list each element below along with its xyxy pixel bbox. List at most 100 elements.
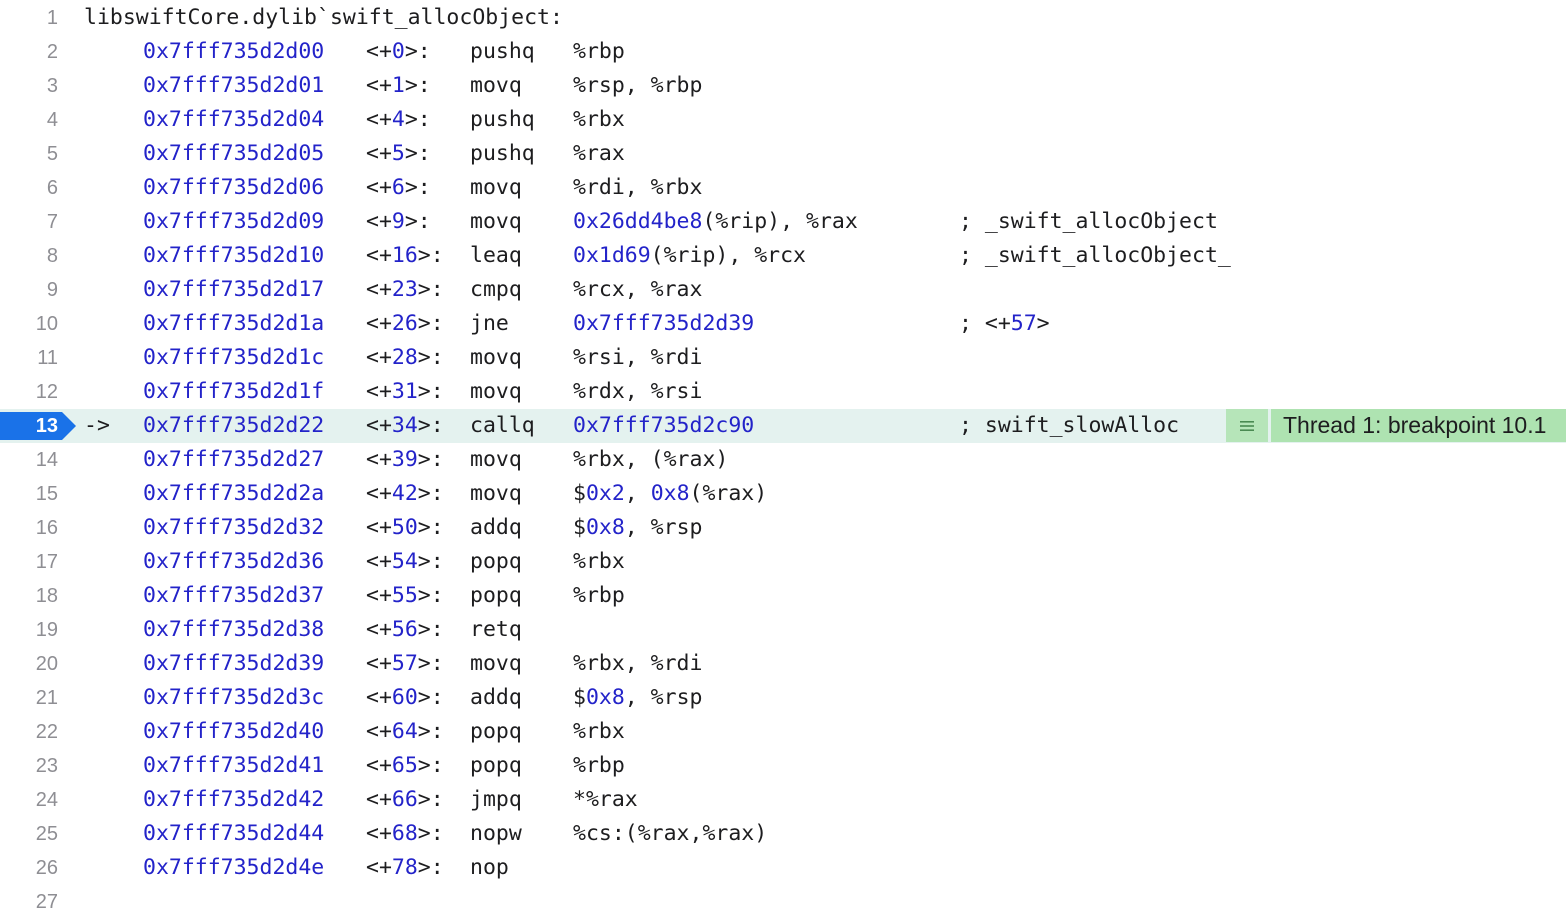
line-number[interactable]: 8 (0, 239, 58, 273)
instruction-row[interactable]: 18 0x7fff735d2d37 <+55>: popq %rbp (0, 579, 1566, 613)
line-number[interactable]: 23 (0, 749, 58, 783)
instruction-address[interactable]: 0x7fff735d2d1a (143, 311, 324, 336)
empty-line[interactable]: 27 (0, 885, 1566, 919)
symbol-header-line[interactable]: 1 libswiftCore.dylib`swift_allocObject: (0, 1, 1566, 35)
instruction-row[interactable]: 21 0x7fff735d2d3c <+60>: addq $0x8, %rsp (0, 681, 1566, 715)
instruction-row[interactable]: 23 0x7fff735d2d41 <+65>: popq %rbp (0, 749, 1566, 783)
line-number[interactable]: 16 (0, 511, 58, 545)
line-number[interactable]: 7 (0, 205, 58, 239)
instruction-offset: <+56>: (366, 617, 444, 642)
instruction-address[interactable]: 0x7fff735d2d06 (143, 175, 324, 200)
line-number[interactable]: 19 (0, 613, 58, 647)
instruction-address[interactable]: 0x7fff735d2d37 (143, 583, 324, 608)
line-number[interactable]: 25 (0, 817, 58, 851)
instruction-address[interactable]: 0x7fff735d2d40 (143, 719, 324, 744)
instruction-operands[interactable]: $0x2, 0x8(%rax) (573, 477, 767, 511)
instruction-operands[interactable]: 0x7fff735d2c90 (573, 409, 754, 443)
line-number[interactable]: 17 (0, 545, 58, 579)
instruction-row[interactable]: 24 0x7fff735d2d42 <+66>: jmpq *%rax (0, 783, 1566, 817)
line-number[interactable]: 15 (0, 477, 58, 511)
instruction-address[interactable]: 0x7fff735d2d00 (143, 39, 324, 64)
instruction-mnemonic: nopw (470, 821, 522, 846)
instruction-row[interactable]: 22 0x7fff735d2d40 <+64>: popq %rbx (0, 715, 1566, 749)
instruction-address[interactable]: 0x7fff735d2d01 (143, 73, 324, 98)
line-number[interactable]: 26 (0, 851, 58, 885)
instruction-row[interactable]: 17 0x7fff735d2d36 <+54>: popq %rbx (0, 545, 1566, 579)
line-number[interactable]: 14 (0, 443, 58, 477)
line-number[interactable]: 24 (0, 783, 58, 817)
current-instruction-row[interactable]: 13 -> 0x7fff735d2d22 <+34>: callq 0x7fff735d2… (0, 409, 1566, 443)
instruction-row[interactable]: 3 0x7fff735d2d01 <+1>: movq %rsp, %rbp (0, 69, 1566, 103)
instruction-address[interactable]: 0x7fff735d2d3c (143, 685, 324, 710)
line-number[interactable]: 5 (0, 137, 58, 171)
instruction-address[interactable]: 0x7fff735d2d17 (143, 277, 324, 302)
instruction-code: 0x7fff735d2d36 <+54>: popq %rbx (143, 545, 625, 579)
instruction-address[interactable]: 0x7fff735d2d22 (143, 413, 324, 438)
instruction-row[interactable]: 19 0x7fff735d2d38 <+56>: retq (0, 613, 1566, 647)
line-number[interactable]: 6 (0, 171, 58, 205)
instruction-offset: <+31>: (366, 379, 444, 404)
line-number[interactable]: 18 (0, 579, 58, 613)
instruction-offset: <+60>: (366, 685, 444, 710)
instruction-address[interactable]: 0x7fff735d2d05 (143, 141, 324, 166)
instruction-comment: ; <+57> (959, 311, 1050, 336)
instruction-address[interactable]: 0x7fff735d2d10 (143, 243, 324, 268)
instruction-address[interactable]: 0x7fff735d2d1c (143, 345, 324, 370)
instruction-address[interactable]: 0x7fff735d2d1f (143, 379, 324, 404)
instruction-row[interactable]: 9 0x7fff735d2d17 <+23>: cmpq %rcx, %rax (0, 273, 1566, 307)
instruction-row[interactable]: 16 0x7fff735d2d32 <+50>: addq $0x8, %rsp (0, 511, 1566, 545)
lines-menu-icon[interactable] (1226, 409, 1268, 442)
instruction-mnemonic: nop (470, 855, 509, 880)
line-number[interactable]: 4 (0, 103, 58, 137)
disassembly-editor: 1 libswiftCore.dylib`swift_allocObject: … (0, 1, 1566, 919)
instruction-mnemonic: movq (470, 175, 522, 200)
instruction-mnemonic: popq (470, 753, 522, 778)
instruction-address[interactable]: 0x7fff735d2d04 (143, 107, 324, 132)
instruction-mnemonic: retq (470, 617, 522, 642)
line-number: 27 (0, 885, 58, 919)
instruction-row[interactable]: 20 0x7fff735d2d39 <+57>: movq %rbx, %rdi (0, 647, 1566, 681)
line-number[interactable]: 3 (0, 69, 58, 103)
line-number[interactable]: 22 (0, 715, 58, 749)
instruction-row[interactable]: 15 0x7fff735d2d2a <+42>: movq $0x2, 0x8(%rax… (0, 477, 1566, 511)
instruction-row[interactable]: 8 0x7fff735d2d10 <+16>: leaq 0x1d69(%rip), %… (0, 239, 1566, 273)
instruction-row[interactable]: 26 0x7fff735d2d4e <+78>: nop (0, 851, 1566, 885)
instruction-row[interactable]: 25 0x7fff735d2d44 <+68>: nopw %cs:(%rax,%rax… (0, 817, 1566, 851)
instruction-address[interactable]: 0x7fff735d2d36 (143, 549, 324, 574)
instruction-address[interactable]: 0x7fff735d2d09 (143, 209, 324, 234)
instruction-address[interactable]: 0x7fff735d2d42 (143, 787, 324, 812)
instruction-address[interactable]: 0x7fff735d2d2a (143, 481, 324, 506)
instruction-address[interactable]: 0x7fff735d2d32 (143, 515, 324, 540)
instruction-row[interactable]: 12 0x7fff735d2d1f <+31>: movq %rdx, %rsi (0, 375, 1566, 409)
line-number[interactable]: 13 (0, 409, 76, 443)
instruction-operands[interactable]: $0x8, %rsp (573, 681, 702, 715)
instruction-row[interactable]: 6 0x7fff735d2d06 <+6>: movq %rdi, %rbx (0, 171, 1566, 205)
instruction-address[interactable]: 0x7fff735d2d4e (143, 855, 324, 880)
instruction-row[interactable]: 11 0x7fff735d2d1c <+28>: movq %rsi, %rdi (0, 341, 1566, 375)
breakpoint-annotation[interactable]: Thread 1: breakpoint 10.1 (1226, 409, 1566, 443)
line-number[interactable]: 11 (0, 341, 58, 375)
line-number[interactable]: 20 (0, 647, 58, 681)
instruction-row[interactable]: 14 0x7fff735d2d27 <+39>: movq %rbx, (%rax) (0, 443, 1566, 477)
instruction-address[interactable]: 0x7fff735d2d44 (143, 821, 324, 846)
instruction-operands[interactable]: 0x1d69(%rip), %rcx (573, 239, 806, 273)
line-number[interactable]: 2 (0, 35, 58, 69)
line-number[interactable]: 9 (0, 273, 58, 307)
instruction-address[interactable]: 0x7fff735d2d39 (143, 651, 324, 676)
instruction-address[interactable]: 0x7fff735d2d41 (143, 753, 324, 778)
instruction-row[interactable]: 5 0x7fff735d2d05 <+5>: pushq %rax (0, 137, 1566, 171)
instruction-address[interactable]: 0x7fff735d2d27 (143, 447, 324, 472)
instruction-row[interactable]: 7 0x7fff735d2d09 <+9>: movq 0x26dd4be8(%rip)… (0, 205, 1566, 239)
line-number[interactable]: 12 (0, 375, 58, 409)
instruction-row[interactable]: 2 0x7fff735d2d00 <+0>: pushq %rbp (0, 35, 1566, 69)
instruction-row[interactable]: 10 0x7fff735d2d1a <+26>: jne 0x7fff735d2d39;… (0, 307, 1566, 341)
instruction-operands[interactable]: 0x26dd4be8(%rip), %rax (573, 205, 858, 239)
instruction-code: 0x7fff735d2d42 <+66>: jmpq *%rax (143, 783, 638, 817)
line-number[interactable]: 21 (0, 681, 58, 715)
line-number[interactable]: 10 (0, 307, 58, 341)
instruction-address[interactable]: 0x7fff735d2d38 (143, 617, 324, 642)
instruction-operands[interactable]: 0x7fff735d2d39 (573, 307, 754, 341)
instruction-operands[interactable]: $0x8, %rsp (573, 511, 702, 545)
instruction-row[interactable]: 4 0x7fff735d2d04 <+4>: pushq %rbx (0, 103, 1566, 137)
instruction-offset: <+1>: (366, 73, 431, 98)
